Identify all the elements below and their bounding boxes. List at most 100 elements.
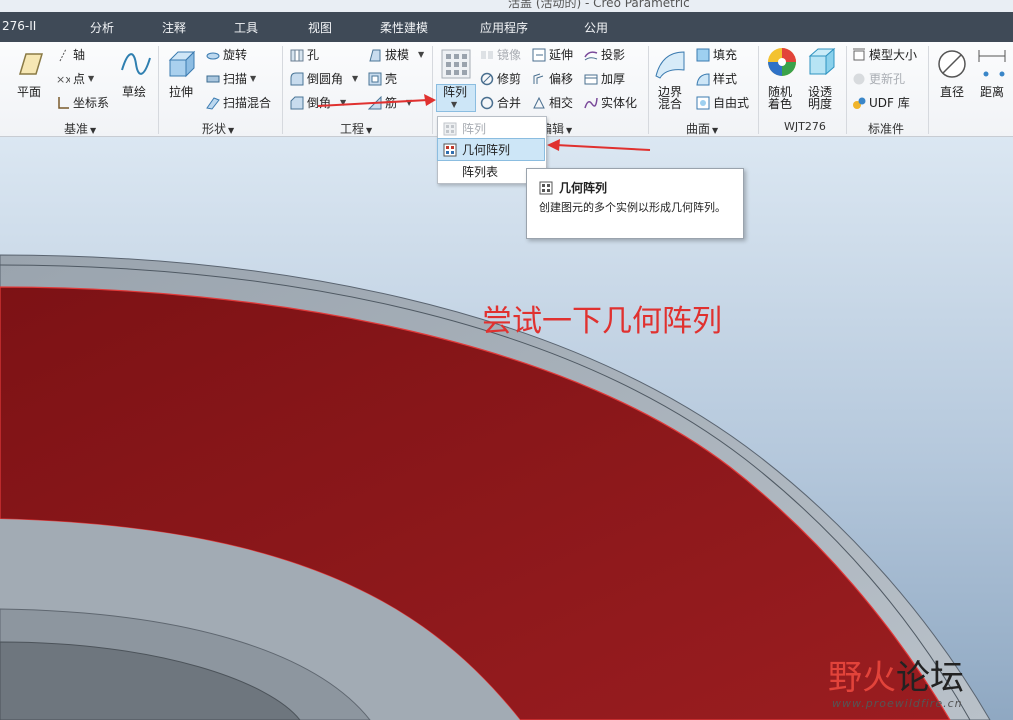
csys-icon (58, 96, 69, 109)
tab-flexible-modeling[interactable]: 柔性建模 (380, 19, 428, 36)
chevron-down-icon: ▼ (566, 126, 573, 135)
mirror-label: 镜像 (497, 48, 522, 62)
group-wjt276-label: WJT276 (784, 120, 826, 133)
watermark-url: www.proewildfire.cn (832, 697, 963, 710)
transparency-cube-icon (808, 47, 836, 76)
axis-label: 轴 (73, 48, 86, 62)
intersect-button[interactable]: 相交 (532, 94, 573, 111)
draft-icon (369, 49, 381, 61)
csys-button[interactable]: 坐标系 (56, 94, 109, 111)
rib-icon (368, 95, 382, 109)
rib-label: 筋 (385, 96, 398, 110)
axis-button[interactable]: 轴 (56, 46, 85, 63)
shell-icon (368, 72, 382, 85)
boundary-blend-label: 边界 混合 (658, 85, 683, 111)
mirror-button[interactable]: 镜像 (480, 46, 521, 63)
divider (158, 46, 159, 134)
model-size-button[interactable]: 模型大小 (852, 46, 917, 63)
merge-label: 合并 (497, 96, 522, 110)
freestyle-icon (696, 96, 710, 109)
geometry-pattern-icon (539, 181, 553, 194)
menu-item-geometry-pattern[interactable]: 几何阵列 (437, 138, 545, 161)
group-surfaces[interactable]: 曲面 ▼ (686, 120, 718, 137)
point-button[interactable]: ×x 点 ▼ (56, 70, 94, 87)
project-button[interactable]: 投影 (584, 46, 625, 63)
fill-button[interactable]: 填充 (696, 46, 737, 63)
tab-common[interactable]: 公用 (584, 19, 608, 36)
round-label: 倒圆角 (307, 72, 344, 86)
group-shapes[interactable]: 形状 ▼ (202, 120, 234, 137)
offset-label: 偏移 (549, 72, 574, 86)
thicken-button[interactable]: 加厚 (584, 70, 625, 87)
trim-button[interactable]: 修剪 (480, 70, 521, 87)
graphics-viewport[interactable] (0, 137, 1013, 720)
svg-text:×x: ×x (56, 73, 70, 86)
group-standard-parts[interactable]: 标准件 (868, 120, 904, 137)
title-bar: 活盖 (活动的) - Creo Parametric (0, 0, 1013, 12)
divider (282, 46, 283, 134)
tab-applications[interactable]: 应用程序 (480, 19, 528, 36)
swept-blend-button[interactable]: 扫描混合 (206, 94, 271, 111)
revolve-icon (206, 52, 220, 59)
fill-label: 填充 (713, 48, 738, 62)
revolve-button[interactable]: 旋转 (206, 46, 247, 63)
shell-button[interactable]: 壳 (368, 70, 397, 87)
intersect-icon (533, 96, 545, 108)
udf-library-icon (853, 97, 866, 109)
menu-item-pattern[interactable]: 阵列 (438, 118, 544, 139)
rib-button[interactable]: 筋 ▼ (368, 94, 412, 111)
set-transparency-label: 设透 明度 (808, 85, 833, 111)
solidify-button[interactable]: 实体化 (584, 94, 637, 111)
tab-annotate[interactable]: 注释 (162, 19, 186, 36)
model-surface[interactable] (0, 137, 1013, 720)
style-button[interactable]: 样式 (696, 70, 737, 87)
extrude-label: 拉伸 (169, 85, 194, 99)
plane-label: 平面 (17, 85, 42, 99)
tooltip: 几何阵列 创建图元的多个实例以形成几何阵列。 (526, 168, 744, 239)
chamfer-label: 倒角 (307, 96, 332, 110)
chevron-down-icon[interactable]: ▼ (352, 74, 358, 83)
sweep-icon (206, 75, 220, 82)
menu-item-pattern-table-label: 阵列表 (462, 165, 499, 179)
swept-blend-label: 扫描混合 (223, 96, 272, 110)
chamfer-button[interactable]: 倒角 ▼ (290, 94, 346, 111)
round-icon (290, 72, 304, 85)
pattern-icon (441, 49, 471, 79)
shell-label: 壳 (385, 72, 398, 86)
extrude-icon (168, 50, 196, 78)
offset-button[interactable]: 偏移 (532, 70, 573, 87)
chevron-down-icon[interactable]: ▼ (340, 98, 346, 107)
revolve-label: 旋转 (223, 48, 248, 62)
axis-icon (59, 48, 67, 61)
freestyle-button[interactable]: 自由式 (696, 94, 749, 111)
extend-button[interactable]: 延伸 (532, 46, 573, 63)
random-color-label: 随机 着色 (768, 85, 793, 111)
hole-button[interactable]: 孔 (290, 46, 319, 63)
tab-analysis[interactable]: 分析 (90, 19, 114, 36)
tab-view[interactable]: 视图 (308, 19, 332, 36)
sweep-label: 扫描 (223, 72, 248, 86)
group-engineering[interactable]: 工程 ▼ (340, 120, 372, 137)
trim-label: 修剪 (497, 72, 522, 86)
chevron-down-icon[interactable]: ▼ (451, 100, 457, 109)
chevron-down-icon[interactable]: ▼ (406, 98, 412, 107)
chevron-down-icon[interactable]: ▼ (418, 50, 424, 59)
group-wjt276[interactable]: WJT276 (784, 120, 826, 133)
group-surfaces-label: 曲面 (686, 122, 711, 136)
draft-button[interactable]: 拔模 ▼ (368, 46, 424, 63)
chevron-down-icon[interactable]: ▼ (250, 74, 256, 83)
round-button[interactable]: 倒圆角 ▼ (290, 70, 358, 87)
chevron-down-icon[interactable]: ▼ (88, 74, 94, 83)
udf-library-button[interactable]: UDF 库 (852, 94, 910, 111)
merge-button[interactable]: 合并 (480, 94, 521, 111)
chevron-down-icon: ▼ (90, 126, 97, 135)
diameter-label: 直径 (940, 85, 965, 99)
plane-icon (18, 53, 44, 75)
watermark-part2: 论坛 (896, 658, 964, 698)
solidify-label: 实体化 (601, 96, 638, 110)
sweep-button[interactable]: 扫描 ▼ (206, 70, 256, 87)
group-datum[interactable]: 基准 ▼ (64, 120, 96, 137)
tab-tools[interactable]: 工具 (234, 19, 258, 36)
update-hole-button[interactable]: 更新孔 (852, 70, 905, 87)
tab-276[interactable]: 276-II (2, 19, 36, 33)
